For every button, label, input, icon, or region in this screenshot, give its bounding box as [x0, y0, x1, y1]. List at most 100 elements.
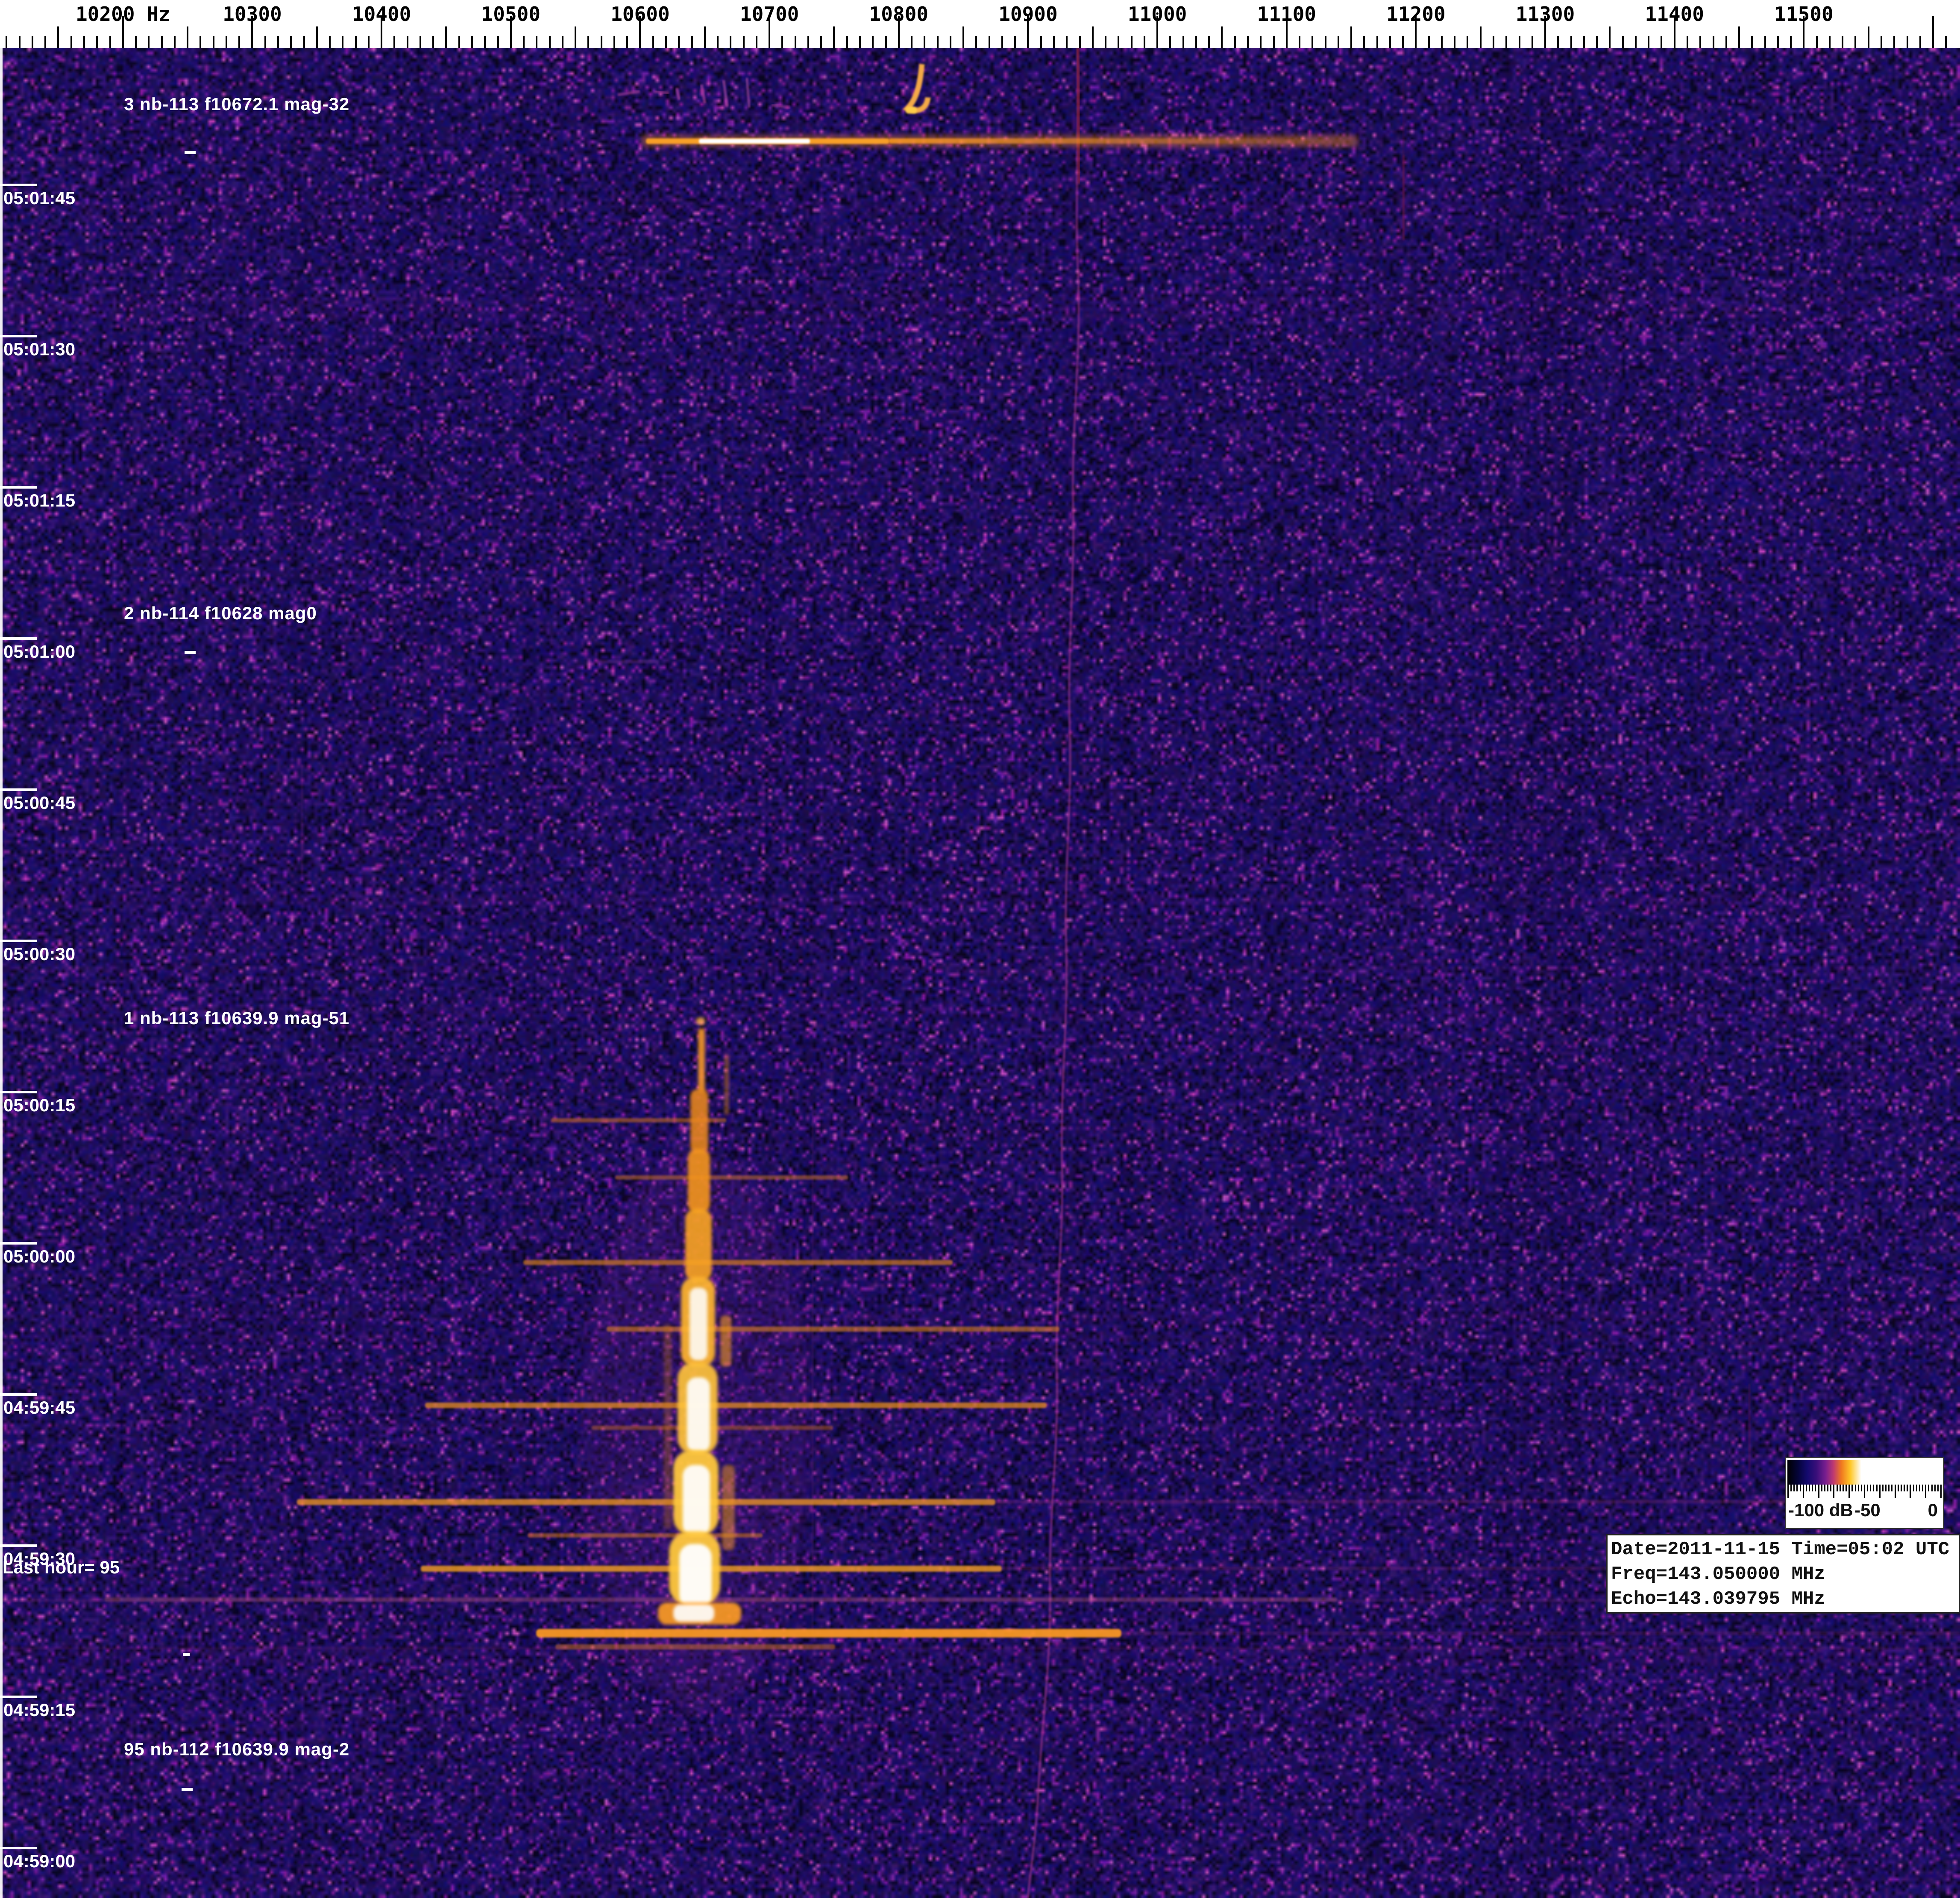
meteor-event-label: 2 nb-114 f10628 mag0 [124, 603, 317, 624]
colorbar-tick [1849, 1485, 1850, 1498]
freq-tick [1751, 36, 1753, 48]
freq-tick [1454, 36, 1455, 48]
freq-tick [1661, 36, 1662, 48]
freq-tick [1699, 36, 1701, 48]
freq-tick [1247, 36, 1249, 48]
colorbar-tick [1818, 1485, 1819, 1498]
freq-tick [989, 36, 990, 48]
freq-tick [652, 36, 654, 48]
info-echo-frequency: Echo=143.039795 MHz [1611, 1587, 1959, 1611]
freq-axis-label: 11300 [1516, 3, 1575, 26]
freq-tick [96, 36, 98, 48]
freq-axis-label: 11100 [1257, 3, 1316, 26]
spectrogram-app: 10200 Hz10300104001050010600107001080010… [0, 0, 1960, 1898]
meteor-event-label: 3 nb-113 f10672.1 mag-32 [124, 94, 349, 114]
freq-tick [316, 26, 318, 48]
left-axis-border [0, 48, 3, 1898]
freq-tick [1519, 36, 1520, 48]
freq-tick [1570, 36, 1572, 48]
colorbar-tick [1910, 1485, 1911, 1498]
time-axis-label: 05:01:45 [3, 188, 75, 208]
freq-tick [1350, 26, 1352, 48]
freq-tick [1260, 36, 1262, 48]
freq-tick [1428, 36, 1430, 48]
freq-tick [601, 36, 602, 48]
freq-axis-label: 11500 [1774, 3, 1833, 26]
colorbar-label-min: -100 dB [1788, 1500, 1853, 1520]
freq-tick [704, 26, 706, 48]
freq-tick [303, 36, 305, 48]
freq-tick [1648, 36, 1649, 48]
colorbar-tick [1787, 1485, 1789, 1498]
colorbar-legend: -100 dB -50 0 [1785, 1457, 1944, 1529]
freq-tick [1635, 36, 1637, 48]
spectrogram-waterfall [0, 48, 1960, 1898]
colorbar-tick [1851, 1485, 1853, 1491]
freq-axis-label: 10300 [223, 3, 282, 26]
freq-tick [937, 36, 939, 48]
freq-tick [19, 36, 21, 48]
freq-tick [161, 36, 163, 48]
freq-tick [613, 36, 615, 48]
freq-axis-label: 10800 [869, 3, 928, 26]
time-axis-label: 04:59:45 [3, 1397, 75, 1418]
colorbar-tick [1827, 1485, 1828, 1491]
freq-tick [1777, 36, 1779, 48]
freq-tick [1493, 36, 1494, 48]
freq-axis-label: 11000 [1128, 3, 1187, 26]
freq-tick [264, 36, 266, 48]
colorbar-tick [1806, 1485, 1807, 1491]
freq-tick [445, 26, 447, 48]
time-tick [0, 486, 37, 489]
freq-tick [1363, 36, 1365, 48]
freq-tick [1079, 36, 1081, 48]
colorbar-tick [1888, 1485, 1890, 1491]
freq-tick [277, 36, 279, 48]
freq-tick [355, 36, 357, 48]
freq-tick [329, 36, 331, 48]
colorbar-tick [1885, 1485, 1887, 1491]
freq-tick [781, 36, 783, 48]
freq-tick [1854, 36, 1856, 48]
colorbar-tick [1790, 1485, 1792, 1491]
freq-tick [200, 36, 201, 48]
freq-tick [950, 36, 951, 48]
freq-tick [1868, 26, 1869, 48]
freq-tick [226, 36, 227, 48]
freq-tick [213, 36, 214, 48]
colorbar-gradient [1787, 1460, 1941, 1485]
colorbar-tick [1904, 1485, 1905, 1491]
freq-tick [975, 36, 977, 48]
freq-tick [187, 26, 188, 48]
freq-tick [911, 36, 913, 48]
freq-tick [1118, 36, 1119, 48]
freq-tick [523, 36, 525, 48]
time-tick [0, 1393, 37, 1396]
event-dash-mark [182, 1788, 193, 1791]
time-tick [0, 637, 37, 640]
freq-tick [859, 36, 861, 48]
freq-tick [6, 36, 7, 48]
last-hour-count: Last hour= 95 [3, 1557, 120, 1578]
freq-axis-label: 10700 [740, 3, 799, 26]
freq-tick [44, 36, 46, 48]
colorbar-tick [1879, 1485, 1881, 1498]
freq-tick [1389, 36, 1391, 48]
freq-tick [562, 36, 563, 48]
freq-tick [32, 36, 33, 48]
colorbar-tick [1824, 1485, 1825, 1491]
freq-tick [1208, 36, 1210, 48]
freq-tick [1338, 36, 1339, 48]
freq-axis-label: 11400 [1645, 3, 1704, 26]
freq-tick [536, 36, 537, 48]
freq-tick [1001, 36, 1003, 48]
freq-tick [471, 36, 473, 48]
freq-tick [587, 36, 589, 48]
time-tick [0, 1696, 37, 1698]
freq-tick [1919, 36, 1921, 48]
freq-tick [924, 36, 925, 48]
colorbar-tick [1858, 1485, 1859, 1491]
freq-tick [1609, 26, 1611, 48]
freq-tick [1622, 36, 1624, 48]
colorbar-tick [1925, 1485, 1926, 1498]
